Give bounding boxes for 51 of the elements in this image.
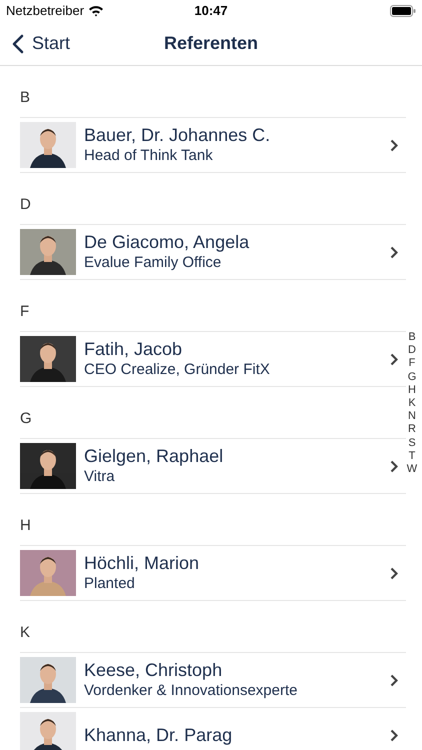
chevron-right-icon: [390, 138, 398, 152]
index-letter[interactable]: S: [408, 436, 416, 450]
chevron-right-icon: [390, 352, 398, 366]
person-row[interactable]: Höchli, Marion Planted: [20, 545, 406, 601]
back-button[interactable]: Start: [0, 30, 70, 57]
person-role: Vitra: [84, 467, 116, 487]
wifi-icon: [88, 5, 104, 17]
index-letter[interactable]: W: [406, 463, 418, 476]
person-row[interactable]: Bauer, Dr. Johannes C. Head of Think Tank: [20, 117, 406, 173]
person-row[interactable]: De Giacomo, Angela Evalue Family Office: [20, 224, 406, 280]
page-title: Referenten: [164, 32, 258, 55]
section-header: H: [20, 516, 31, 536]
person-role: Vordenker & Innovationsexperte: [84, 681, 298, 701]
index-letter[interactable]: F: [408, 357, 416, 371]
person-role: Evalue Family Office: [84, 253, 222, 273]
section-header: F: [20, 302, 30, 322]
index-letter[interactable]: G: [408, 370, 416, 384]
person-name: Fatih, Jacob: [84, 338, 184, 360]
person-row[interactable]: Keese, Christoph Vordenker & Innovationsexperte: [20, 652, 406, 708]
chevron-right-icon: [390, 460, 398, 472]
person-role: CEO Crealize, Gründer FitX: [84, 360, 271, 380]
person-role: Planted: [84, 574, 136, 594]
chevron-right-icon: [390, 674, 398, 686]
person-name: Bauer, Dr. Johannes C.: [84, 124, 272, 146]
section-header: B: [20, 88, 30, 108]
chevron-right-icon: [390, 728, 398, 742]
person-row[interactable]: Gielgen, Raphael Vitra: [20, 438, 406, 494]
index-letter[interactable]: B: [408, 331, 416, 344]
clock-time: 10:47: [194, 2, 228, 20]
index-letter[interactable]: D: [408, 344, 416, 358]
person-role: Head of Think Tank: [84, 146, 214, 166]
battery-icon: [390, 5, 416, 17]
person-name: Khanna, Dr. Parag: [84, 724, 234, 746]
chevron-right-icon: [390, 566, 398, 580]
person-name: Keese, Christoph: [84, 659, 224, 681]
carrier-name: Netzbetreiber: [6, 2, 84, 20]
section-header: K: [20, 622, 30, 642]
index-letter[interactable]: N: [408, 410, 416, 424]
person-row[interactable]: Khanna, Dr. Parag: [20, 707, 406, 750]
chevron-right-icon: [390, 246, 398, 258]
back-chevron-icon: [12, 34, 24, 54]
section-header: G: [20, 408, 32, 428]
index-letter[interactable]: T: [408, 450, 416, 464]
person-name: Höchli, Marion: [84, 552, 200, 574]
index-letter[interactable]: K: [408, 397, 416, 410]
section-header: D: [20, 194, 31, 214]
index-letter[interactable]: R: [408, 423, 416, 437]
index-letter[interactable]: H: [408, 384, 416, 398]
person-name: Gielgen, Raphael: [84, 445, 224, 467]
person-row[interactable]: Fatih, Jacob CEO Crealize, Gründer FitX: [20, 331, 406, 387]
person-name: De Giacomo, Angela: [84, 231, 250, 253]
